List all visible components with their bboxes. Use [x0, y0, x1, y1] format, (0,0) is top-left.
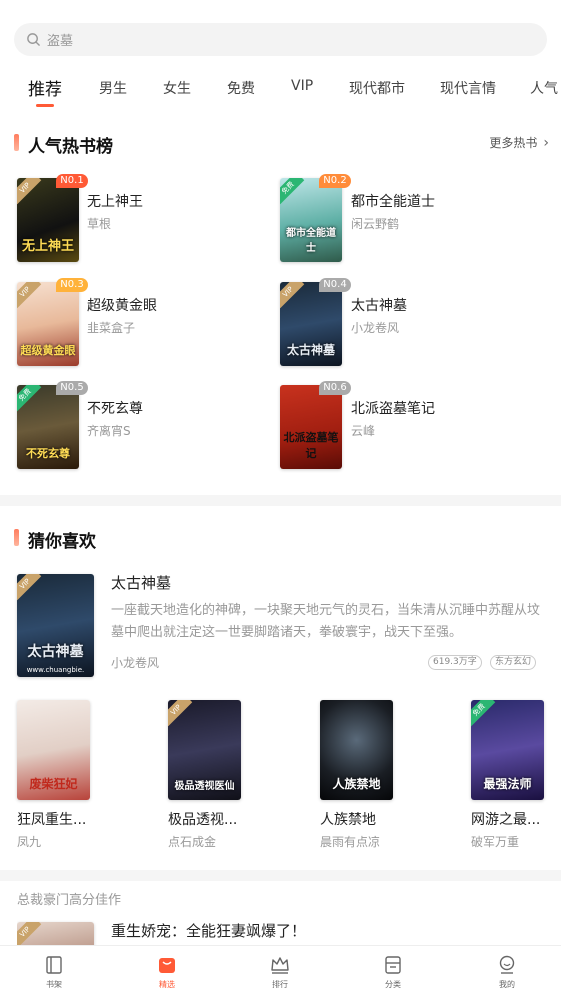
active-tab-indicator: [36, 104, 54, 107]
tab-male[interactable]: 男生: [99, 78, 127, 98]
category-icon: [385, 956, 401, 974]
tab-free[interactable]: 免费: [227, 78, 255, 98]
tab-modern-city[interactable]: 现代都市: [349, 78, 405, 98]
genre-tag: 东方玄幻: [490, 655, 537, 670]
section-accent-bar: [14, 134, 19, 151]
section-title-hot: 人气热书榜: [28, 137, 113, 157]
book-cover: 人族禁地: [320, 700, 393, 800]
tab-category[interactable]: 分类: [363, 954, 423, 990]
book-cover: 都市全能道士 免费: [280, 178, 342, 262]
tab-modern-romance[interactable]: 现代言情: [440, 78, 496, 98]
book-name: 太古神墓: [351, 298, 407, 314]
section-divider: [0, 495, 561, 506]
book-author: 点石成金: [168, 835, 217, 849]
book-author: 小龙卷风: [351, 321, 400, 335]
tab-female[interactable]: 女生: [163, 78, 191, 98]
book-cover: 最强法师 免费: [471, 700, 544, 800]
ranking-crown-icon: [271, 957, 289, 974]
featured-book-name: 太古神墓: [111, 574, 172, 592]
tab-label: 精选: [159, 980, 175, 989]
tab-bookshelf[interactable]: 书架: [24, 954, 84, 990]
book-author: 云峰: [351, 424, 376, 438]
book-name: 不死玄尊: [87, 401, 143, 417]
tab-ranking[interactable]: 排行: [250, 954, 310, 990]
book-cover: 极品透视医仙 VIP: [168, 700, 241, 800]
rank-badge: N0.5: [56, 381, 88, 395]
book-cover: 太古神墓 www.chuangbie. VIP: [17, 574, 94, 677]
book-cover: 无上神王 VIP: [17, 178, 79, 262]
section-title-ceo: 总裁豪门高分佳作: [17, 893, 122, 908]
section-title-guess: 猜你喜欢: [28, 532, 96, 552]
book-name: 网游之最...: [471, 812, 541, 828]
cover-site-text: www.chuangbie.: [26, 666, 85, 674]
tab-label: 我的: [499, 980, 515, 989]
book-name: 极品透视...: [168, 812, 238, 828]
search-icon: [27, 33, 40, 46]
book-name: 狂凤重生...: [17, 812, 87, 828]
word-count-tag: 619.3万字: [428, 655, 482, 670]
book-author: 草根: [87, 217, 112, 231]
profile-icon: [499, 955, 515, 974]
tab-vip[interactable]: VIP: [291, 78, 313, 94]
featured-book-author: 小龙卷风: [111, 656, 160, 670]
book-cover: VIP: [17, 922, 94, 945]
rank-badge: N0.6: [319, 381, 351, 395]
book-cover: 不死玄尊 免费: [17, 385, 79, 469]
book-name: 重生娇宠：全能狂妻飒爆了！: [111, 922, 307, 940]
book-cover: 废柴狂妃: [17, 700, 90, 800]
tab-recommend[interactable]: 推荐: [28, 75, 62, 100]
tab-label: 书架: [46, 980, 62, 989]
hot-book-item[interactable]: 超级黄金眼 VIP N0.3 超级黄金眼 韭菜盒子: [17, 278, 267, 368]
book-author: 凤九: [17, 835, 42, 849]
chevron-right-icon: ›: [543, 134, 549, 151]
book-name: 人族禁地: [320, 812, 376, 828]
hot-book-item[interactable]: 不死玄尊 免费 N0.5 不死玄尊 齐离宵S: [17, 381, 267, 471]
more-hot-books-label: 更多热书: [489, 136, 538, 150]
tab-label: 排行: [272, 980, 288, 989]
tab-label: 分类: [385, 980, 401, 989]
featured-icon: [159, 958, 175, 973]
tab-popular[interactable]: 人气: [530, 78, 558, 98]
search-bar[interactable]: 盗墓: [14, 23, 547, 56]
grid-book-item[interactable]: 极品透视医仙 VIP 极品透视... 点石成金: [168, 700, 288, 850]
book-author: 闲云野鹤: [351, 217, 400, 231]
featured-book-desc: 一座截天地造化的神碑，一块聚天地元气的灵石，当朱清从沉睡中苏醒从坟墓中爬出就注定…: [111, 603, 541, 640]
book-name: 无上神王: [87, 194, 143, 210]
section-accent-bar: [14, 529, 19, 546]
category-tabs: 推荐 男生 女生 免费 VIP 现代都市 现代言情 人气: [0, 70, 561, 110]
hot-book-item[interactable]: 都市全能道士 免费 N0.2 都市全能道士 闲云野鹤: [280, 174, 540, 264]
hot-book-item[interactable]: 太古神墓 VIP N0.4 太古神墓 小龙卷风: [280, 278, 540, 368]
book-cover: 太古神墓 VIP: [280, 282, 342, 366]
book-cover: 超级黄金眼 VIP: [17, 282, 79, 366]
rank-badge: N0.4: [319, 278, 351, 292]
search-input[interactable]: 盗墓: [47, 30, 73, 49]
book-name: 超级黄金眼: [87, 298, 157, 314]
rank-badge: N0.1: [56, 174, 88, 188]
book-author: 齐离宵S: [87, 424, 131, 438]
more-hot-books-link[interactable]: 更多热书 ›: [489, 134, 549, 151]
book-name: 北派盗墓笔记: [351, 401, 435, 417]
book-cover: 北派盗墓笔记: [280, 385, 342, 469]
book-name: 都市全能道士: [351, 194, 435, 210]
grid-book-item[interactable]: 最强法师 免费 网游之最... 破军万重: [471, 700, 551, 850]
bottom-tab-bar: 书架 精选 排行 分类 我的: [0, 945, 561, 993]
ceo-book-item[interactable]: VIP 重生娇宠：全能狂妻飒爆了！: [17, 920, 547, 945]
book-author: 韭菜盒子: [87, 321, 136, 335]
tab-profile[interactable]: 我的: [477, 954, 537, 990]
hot-book-item[interactable]: 北派盗墓笔记 N0.6 北派盗墓笔记 云峰: [280, 381, 540, 471]
book-author: 晨雨有点凉: [320, 835, 381, 849]
grid-book-item[interactable]: 废柴狂妃 狂凤重生... 凤九: [17, 700, 137, 850]
rank-badge: N0.3: [56, 278, 88, 292]
hot-book-item[interactable]: 无上神王 VIP N0.1 无上神王 草根: [17, 174, 267, 264]
bookshelf-icon: [46, 956, 62, 974]
rank-badge: N0.2: [319, 174, 351, 188]
grid-book-item[interactable]: 人族禁地 人族禁地 晨雨有点凉: [320, 700, 440, 850]
section-divider: [0, 870, 561, 881]
tab-featured[interactable]: 精选: [137, 954, 197, 990]
book-author: 破军万重: [471, 835, 520, 849]
